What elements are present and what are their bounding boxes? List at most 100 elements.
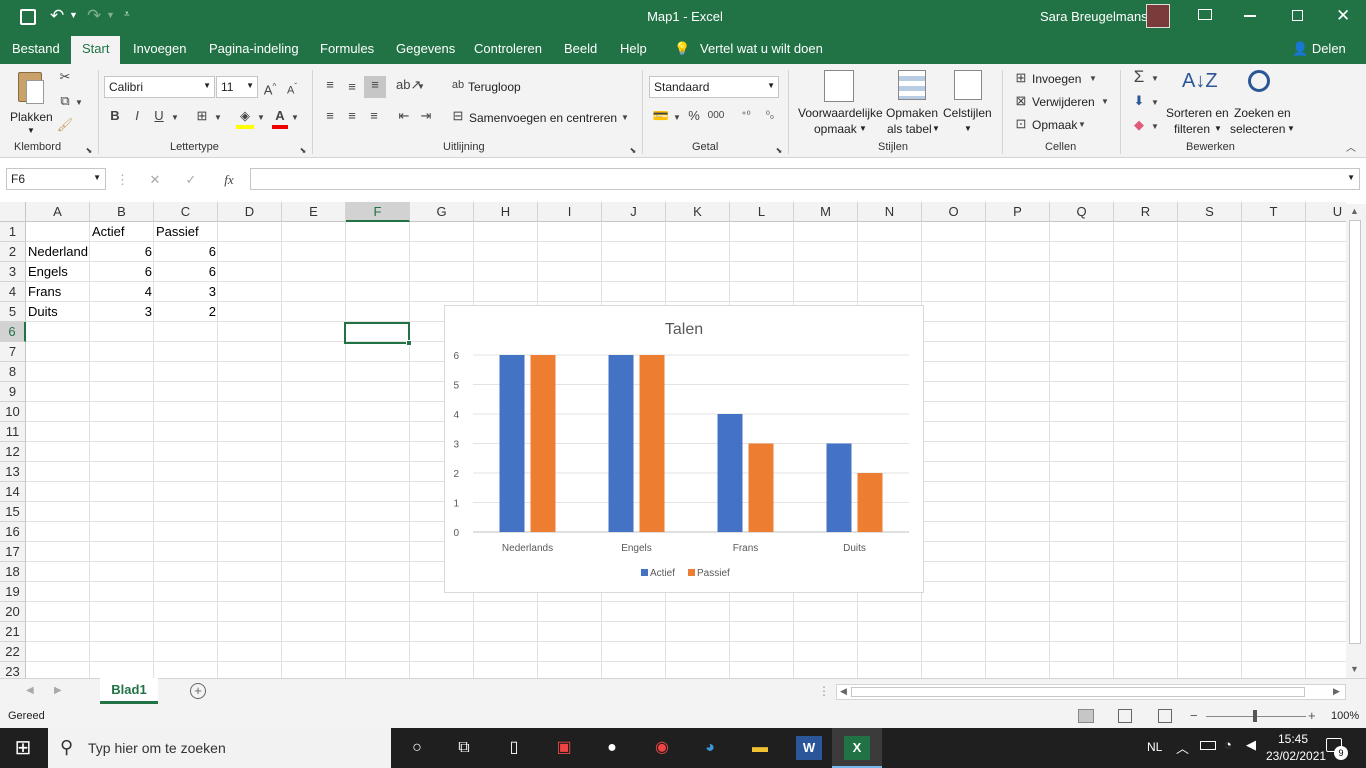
cell-b1[interactable]: Actief	[92, 222, 152, 242]
insert-function-icon[interactable]: fx	[218, 171, 240, 189]
page-break-view-icon[interactable]	[1158, 709, 1172, 723]
decrease-indent-icon[interactable]: ⇤	[394, 107, 414, 125]
column-header-a[interactable]: A	[26, 202, 90, 222]
fill-handle[interactable]	[406, 340, 412, 346]
italic-button[interactable]: I	[128, 107, 146, 125]
task-view-icon[interactable]: ⧉	[451, 736, 477, 760]
font-name-select[interactable]: Calibri ▼	[104, 76, 215, 98]
cell-a5[interactable]: Duits	[28, 302, 88, 322]
conditional-formatting-button[interactable]: Voorwaardelijke opmaak ▼	[796, 68, 884, 138]
column-header-r[interactable]: R	[1114, 202, 1178, 222]
chart[interactable]: Talen 0 1 2 3 4 5 6 Nederlands Engels Frans Duits A…	[444, 305, 924, 593]
chrome-icon[interactable]: ◉	[649, 736, 675, 760]
fill-icon[interactable]: ⬇	[1130, 92, 1148, 110]
increase-indent-icon[interactable]: ⇥	[416, 107, 436, 125]
format-painter-icon[interactable]: 🖌	[56, 116, 74, 134]
cell-styles-button[interactable]: Celstijlen ▼	[940, 68, 996, 138]
column-header-s[interactable]: S	[1178, 202, 1242, 222]
vertical-scrollbar[interactable]: ▲ ▼	[1346, 204, 1366, 678]
paste-button[interactable]: Plakken ▼	[6, 70, 54, 136]
formula-input[interactable]: ▼	[250, 168, 1360, 190]
scrollbar-thumb[interactable]	[1349, 220, 1361, 644]
redo-icon[interactable]: ↷	[87, 6, 101, 26]
column-header-o[interactable]: O	[922, 202, 986, 222]
select-all-button[interactable]	[0, 202, 26, 222]
tab-pagina-indeling[interactable]: Pagina-indeling	[209, 41, 299, 56]
wrap-text-button[interactable]: Terugloop	[468, 80, 521, 94]
row-header-7[interactable]: 7	[0, 342, 26, 362]
font-color-icon[interactable]: A	[272, 107, 288, 129]
clock-date[interactable]: 23/02/2021	[1266, 749, 1326, 763]
clear-dropdown-icon[interactable]: ▼	[1150, 118, 1160, 136]
tab-controleren[interactable]: Controleren	[474, 41, 542, 56]
row-header-3[interactable]: 3	[0, 262, 26, 282]
insert-cells-button[interactable]: Invoegen	[1032, 72, 1081, 86]
popcorn-app-icon[interactable]: ▣	[551, 736, 577, 760]
ribbon-display-options-icon[interactable]	[1198, 9, 1212, 20]
insert-dropdown-icon[interactable]: ▼	[1088, 70, 1098, 88]
align-bottom-icon[interactable]: ≡	[364, 76, 386, 98]
column-header-j[interactable]: J	[602, 202, 666, 222]
avatar[interactable]	[1146, 4, 1170, 28]
row-header-8[interactable]: 8	[0, 362, 26, 382]
align-top-icon[interactable]: ≡	[320, 76, 340, 94]
tab-formules[interactable]: Formules	[320, 41, 374, 56]
decrease-font-icon[interactable]: Aˇ	[284, 78, 300, 100]
bar-passief-duits[interactable]	[857, 473, 883, 532]
volume-icon[interactable]: ◀	[1246, 737, 1256, 753]
horizontal-scrollbar[interactable]: ◀ ▶	[836, 684, 1346, 700]
font-size-select[interactable]: 11 ▼	[216, 76, 258, 98]
column-header-q[interactable]: Q	[1050, 202, 1114, 222]
format-cells-icon[interactable]: ⊡	[1012, 115, 1030, 133]
find-select-button[interactable]: Zoeken en selecteren ▼	[1230, 68, 1296, 138]
bar-passief-nederlands[interactable]	[530, 355, 556, 532]
column-header-c[interactable]: C	[154, 202, 218, 222]
percent-style-icon[interactable]: %	[686, 107, 702, 125]
page-layout-view-icon[interactable]	[1118, 709, 1132, 723]
autosum-icon[interactable]: Σ	[1130, 68, 1148, 86]
underline-button[interactable]: U	[150, 107, 168, 125]
active-cell-selection[interactable]	[344, 322, 410, 344]
align-middle-icon[interactable]: ≡	[342, 78, 362, 96]
merge-center-button[interactable]: Samenvoegen en centreren	[469, 111, 617, 125]
name-box[interactable]: F6 ▼	[6, 168, 106, 190]
cell-b2[interactable]: 6	[92, 242, 152, 262]
cut-icon[interactable]: ✂	[56, 68, 74, 86]
format-cells-button[interactable]: Opmaak	[1032, 118, 1077, 132]
tab-gegevens[interactable]: Gegevens	[396, 41, 455, 56]
format-dropdown-icon[interactable]: ▼	[1077, 116, 1087, 134]
customize-toolbar-icon[interactable]: ⩡	[124, 9, 130, 20]
battery-icon[interactable]	[1200, 741, 1216, 750]
merge-center-icon[interactable]: ⊟	[450, 107, 466, 125]
save-icon[interactable]	[20, 9, 36, 25]
fill-color-icon[interactable]: ◈	[236, 107, 254, 129]
wrap-text-icon[interactable]: ab	[450, 76, 466, 94]
autosum-dropdown-icon[interactable]: ▼	[1150, 70, 1160, 88]
column-header-n[interactable]: N	[858, 202, 922, 222]
user-name[interactable]: Sara Breugelmans	[1040, 9, 1148, 24]
word-icon[interactable]: W	[796, 736, 822, 760]
cancel-icon[interactable]: ✕	[146, 171, 164, 189]
row-header-12[interactable]: 12	[0, 442, 26, 462]
row-header-20[interactable]: 20	[0, 602, 26, 622]
bar-actief-engels[interactable]	[608, 355, 634, 532]
borders-dropdown-icon[interactable]: ▼	[213, 109, 223, 127]
taskbar-search[interactable]: ⚲ Typ hier om te zoeken	[48, 728, 391, 768]
row-header-16[interactable]: 16	[0, 522, 26, 542]
clock-time[interactable]: 15:45	[1278, 732, 1308, 746]
font-color-dropdown-icon[interactable]: ▼	[290, 109, 300, 127]
bar-actief-nederlands[interactable]	[499, 355, 525, 532]
scroll-up-icon[interactable]: ▲	[1350, 206, 1359, 216]
zoom-in-icon[interactable]: +	[1308, 708, 1316, 723]
align-right-icon[interactable]: ≡	[364, 107, 384, 125]
excel-taskbar-button[interactable]: X	[832, 728, 882, 768]
wifi-icon[interactable]: ◔	[1224, 737, 1232, 752]
prev-sheet-icon[interactable]: ◀	[26, 685, 34, 696]
column-header-g[interactable]: G	[410, 202, 474, 222]
zoom-slider[interactable]	[1206, 710, 1306, 722]
scroll-right-icon[interactable]: ▶	[1333, 686, 1340, 697]
decrease-decimal-icon[interactable]: ⁰₀	[760, 107, 780, 125]
bar-actief-frans[interactable]	[717, 414, 743, 532]
cell-c5[interactable]: 2	[156, 302, 216, 322]
column-header-b[interactable]: B	[90, 202, 154, 222]
